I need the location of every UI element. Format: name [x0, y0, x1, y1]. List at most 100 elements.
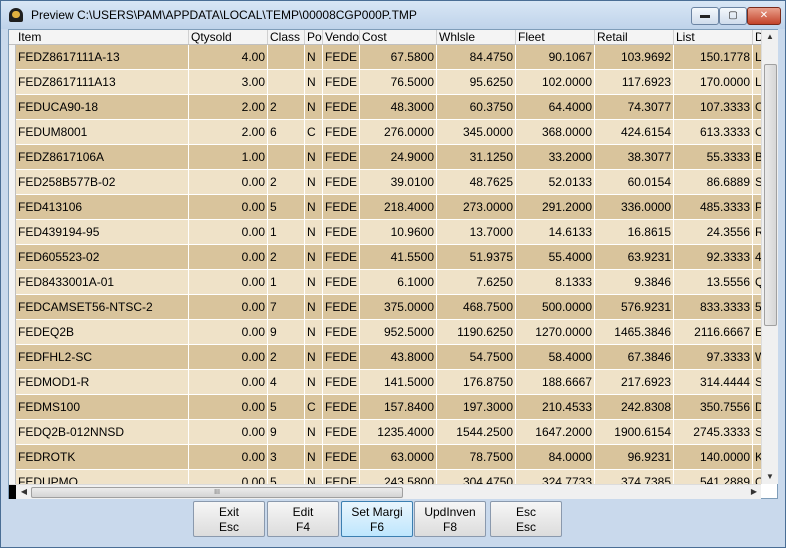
table-cell[interactable] — [268, 70, 305, 95]
table-cell[interactable]: 38.3077 — [595, 145, 674, 170]
table-cell[interactable]: 9 — [268, 320, 305, 345]
table-cell[interactable]: N — [305, 295, 323, 320]
table-cell[interactable]: 3 — [268, 445, 305, 470]
table-cell[interactable]: 60.0154 — [595, 170, 674, 195]
table-cell[interactable]: 92.3333 — [674, 245, 753, 270]
table-cell[interactable]: FEDE — [323, 295, 360, 320]
table-cell[interactable]: 541.2889 — [674, 470, 753, 484]
table-cell[interactable]: 468.7500 — [437, 295, 516, 320]
table-cell[interactable]: N — [305, 245, 323, 270]
table-cell[interactable]: 0.00 — [189, 170, 268, 195]
table-cell[interactable]: 2.00 — [189, 120, 268, 145]
table-cell[interactable] — [268, 45, 305, 70]
table-cell[interactable]: FEDCAMSET56-NTSC-2 — [16, 295, 189, 320]
table-cell[interactable]: FEDROTK — [16, 445, 189, 470]
function-button[interactable]: UpdInven F8 — [414, 501, 486, 537]
table-cell[interactable]: FEDEQ2B — [16, 320, 189, 345]
table-cell[interactable]: 0.00 — [189, 270, 268, 295]
table-cell[interactable]: 24.9000 — [360, 145, 437, 170]
table-cell[interactable]: FEDE — [323, 45, 360, 70]
table-cell[interactable]: 374.7385 — [595, 470, 674, 484]
table-cell[interactable]: C — [305, 395, 323, 420]
table-cell[interactable]: FED605523-02 — [16, 245, 189, 270]
table-cell[interactable]: FEDUM8001 — [16, 120, 189, 145]
table-cell[interactable]: 67.3846 — [595, 345, 674, 370]
table-cell[interactable]: C — [753, 95, 761, 120]
table-row[interactable]: FED605523-02 0.00 2 N FEDE 41.5500 51.9375 55.4… — [9, 245, 761, 270]
table-row[interactable]: FEDMOD1-R 0.00 4 N FEDE 141.5000 176.8750 188.6… — [9, 370, 761, 395]
column-header[interactable]: Qtysold — [189, 30, 268, 44]
function-button[interactable]: Esc Esc — [490, 501, 562, 537]
title-bar[interactable]: Preview C:\USERS\PAM\APPDATA\LOCAL\TEMP\… — [1, 1, 785, 29]
table-cell[interactable]: 60.3750 — [437, 95, 516, 120]
table-cell[interactable]: 375.0000 — [360, 295, 437, 320]
table-cell[interactable]: N — [305, 195, 323, 220]
column-header[interactable]: Vendo — [323, 30, 360, 44]
table-cell[interactable]: N — [305, 95, 323, 120]
table-row[interactable]: FEDUPMO 0.00 5 N FEDE 243.5800 304.4750 324.773… — [9, 470, 761, 484]
table-cell[interactable]: 67.5800 — [360, 45, 437, 70]
table-cell[interactable]: 170.0000 — [674, 70, 753, 95]
table-cell[interactable]: 84.0000 — [516, 445, 595, 470]
table-cell[interactable]: N — [305, 220, 323, 245]
table-cell[interactable]: 276.0000 — [360, 120, 437, 145]
table-cell[interactable]: K — [753, 445, 761, 470]
table-cell[interactable]: FEDE — [323, 120, 360, 145]
column-header[interactable]: D — [753, 30, 761, 44]
table-cell[interactable]: N — [305, 270, 323, 295]
table-cell[interactable]: FEDE — [323, 95, 360, 120]
table-cell[interactable]: 7 — [268, 295, 305, 320]
table-cell[interactable]: 1.00 — [189, 145, 268, 170]
table-row[interactable]: FEDMS100 0.00 5 C FEDE 157.8400 197.3000 210.45… — [9, 395, 761, 420]
table-row[interactable]: FEDUM8001 2.00 6 C FEDE 276.0000 345.0000 368.0… — [9, 120, 761, 145]
row-selector[interactable] — [9, 370, 16, 395]
column-header[interactable]: Whlsle — [437, 30, 516, 44]
table-cell[interactable]: N — [305, 470, 323, 484]
table-cell[interactable]: 2 — [268, 95, 305, 120]
table-cell[interactable]: 210.4533 — [516, 395, 595, 420]
table-cell[interactable]: S — [753, 420, 761, 445]
table-cell[interactable]: 5 — [268, 470, 305, 484]
table-cell[interactable]: 324.7733 — [516, 470, 595, 484]
table-cell[interactable]: 5 — [268, 195, 305, 220]
table-cell[interactable]: 0.00 — [189, 220, 268, 245]
table-cell[interactable]: P — [753, 195, 761, 220]
minimize-button[interactable]: ▬ — [691, 7, 719, 25]
table-row[interactable]: FEDZ8617106A 1.00 N FEDE 24.9000 31.1250 33.20… — [9, 145, 761, 170]
table-cell[interactable]: FEDE — [323, 370, 360, 395]
table-cell[interactable]: 2 — [268, 170, 305, 195]
table-cell[interactable]: Q — [753, 270, 761, 295]
table-cell[interactable]: N — [305, 70, 323, 95]
table-cell[interactable]: FEDZ8617111A-13 — [16, 45, 189, 70]
column-header[interactable]: Item — [16, 30, 189, 44]
table-row[interactable]: FEDZ8617111A13 3.00 N FEDE 76.5000 95.6250 102… — [9, 70, 761, 95]
table-cell[interactable]: FEDE — [323, 270, 360, 295]
table-row[interactable]: FEDZ8617111A-13 4.00 N FEDE 67.5800 84.4750 90… — [9, 45, 761, 70]
table-row[interactable]: FEDUCA90-18 2.00 2 N FEDE 48.3000 60.3750 64.40… — [9, 95, 761, 120]
row-selector[interactable] — [9, 120, 16, 145]
table-cell[interactable]: 1 — [268, 270, 305, 295]
table-cell[interactable]: 833.3333 — [674, 295, 753, 320]
maximize-button[interactable]: ▢ — [719, 7, 747, 25]
table-cell[interactable]: 2 — [268, 345, 305, 370]
table-cell[interactable]: FEDUCA90-18 — [16, 95, 189, 120]
row-selector[interactable] — [9, 320, 16, 345]
table-cell[interactable]: FEDE — [323, 445, 360, 470]
table-cell[interactable]: FED8433001A-01 — [16, 270, 189, 295]
table-cell[interactable]: 150.1778 — [674, 45, 753, 70]
table-cell[interactable]: N — [305, 445, 323, 470]
table-cell[interactable]: 41.5500 — [360, 245, 437, 270]
table-cell[interactable]: 0.00 — [189, 445, 268, 470]
table-cell[interactable]: 345.0000 — [437, 120, 516, 145]
row-selector[interactable] — [9, 345, 16, 370]
table-cell[interactable]: 1465.3846 — [595, 320, 674, 345]
table-cell[interactable]: W — [753, 345, 761, 370]
table-cell[interactable]: FEDE — [323, 70, 360, 95]
table-cell[interactable]: 63.0000 — [360, 445, 437, 470]
table-cell[interactable]: N — [305, 370, 323, 395]
table-cell[interactable]: FEDQ2B-012NNSD — [16, 420, 189, 445]
table-row[interactable]: FEDFHL2-SC 0.00 2 N FEDE 43.8000 54.7500 58.400… — [9, 345, 761, 370]
table-cell[interactable]: FED439194-95 — [16, 220, 189, 245]
table-cell[interactable]: 4 — [268, 370, 305, 395]
table-cell[interactable]: 141.5000 — [360, 370, 437, 395]
